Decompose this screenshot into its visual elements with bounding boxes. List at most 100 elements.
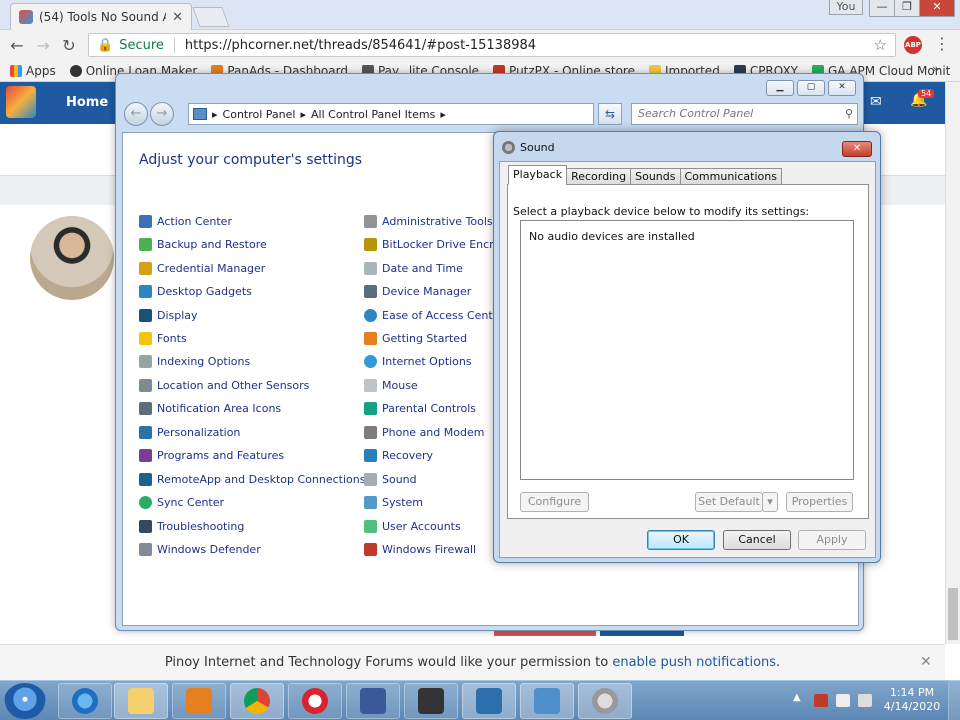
recovery-icon — [364, 449, 377, 462]
arrow-right-icon[interactable]: → — [30, 36, 56, 55]
browser-tab[interactable]: (54) Tools No Sound Afte ✕ — [10, 3, 192, 30]
cp-back-icon[interactable]: ← — [124, 102, 148, 126]
close-window-button[interactable]: ✕ — [919, 0, 955, 17]
cp-item-action-center[interactable]: Action Center — [139, 215, 232, 228]
cp-item-device-manager[interactable]: Device Manager — [364, 285, 471, 298]
tab-recording[interactable]: Recording — [566, 168, 632, 185]
cp-item-admin-tools[interactable]: Administrative Tools — [364, 215, 493, 228]
cp-item-getting-started[interactable]: Getting Started — [364, 332, 467, 345]
tab-communications[interactable]: Communications — [679, 168, 782, 185]
taskbar-speaker[interactable] — [578, 683, 632, 719]
cp-item-backup[interactable]: Backup and Restore — [139, 238, 267, 251]
cp-item-sync[interactable]: Sync Center — [139, 496, 224, 509]
cp-item-notification[interactable]: Notification Area Icons — [139, 402, 281, 415]
taskbar-opera[interactable] — [288, 683, 342, 719]
taskbar-explorer[interactable] — [114, 683, 168, 719]
cp-minimize-button[interactable]: ▁ — [766, 80, 794, 96]
cp-item-indexing[interactable]: Indexing Options — [139, 355, 250, 368]
cp-item-system[interactable]: System — [364, 496, 423, 509]
new-tab-button[interactable] — [192, 7, 230, 27]
clock[interactable]: 1:14 PM 4/14/2020 — [880, 686, 944, 714]
taskbar-mpc[interactable] — [404, 683, 458, 719]
apply-button[interactable]: Apply — [798, 530, 866, 550]
browser-menu-icon[interactable]: ⋮ — [934, 34, 950, 53]
cp-item-credential[interactable]: Credential Manager — [139, 262, 265, 275]
close-icon[interactable]: ✕ — [842, 141, 872, 157]
minimize-button[interactable]: — — [869, 0, 895, 17]
enable-push-link[interactable]: enable push notifications — [612, 655, 776, 670]
close-icon[interactable]: ✕ — [920, 645, 932, 680]
breadcrumb-control-panel[interactable]: Control Panel — [223, 108, 296, 121]
avatar[interactable] — [28, 214, 116, 302]
cp-item-programs[interactable]: Programs and Features — [139, 449, 284, 462]
mail-icon[interactable]: ✉ — [870, 94, 882, 110]
cp-item-firewall[interactable]: Windows Firewall — [364, 543, 476, 556]
taskbar-media[interactable] — [172, 683, 226, 719]
tray-expand-icon[interactable]: ▲ — [793, 692, 801, 703]
cp-item-personalization[interactable]: Personalization — [139, 426, 240, 439]
tray-app-icon[interactable] — [836, 694, 850, 707]
arrow-left-icon[interactable]: ← — [4, 36, 30, 55]
cp-maximize-button[interactable]: ▢ — [797, 80, 825, 96]
cp-item-ease-of-access[interactable]: Ease of Access Center — [364, 309, 504, 322]
taskbar-control-panel[interactable] — [520, 683, 574, 719]
dialog-title: Sound — [520, 141, 555, 154]
bookmark-star-icon[interactable]: ☆ — [874, 36, 887, 54]
address-bar[interactable]: 🔒 Secure https://phcorner.net/threads/85… — [88, 33, 896, 57]
mpc-be-icon — [418, 688, 444, 714]
cp-item-user-accounts[interactable]: User Accounts — [364, 520, 461, 533]
cp-item-fonts[interactable]: Fonts — [139, 332, 187, 345]
more-bookmarks-icon[interactable]: » — [932, 62, 939, 76]
cp-item-defender[interactable]: Windows Defender — [139, 543, 261, 556]
cp-item-gadgets[interactable]: Desktop Gadgets — [139, 285, 252, 298]
cp-item-troubleshooting[interactable]: Troubleshooting — [139, 520, 244, 533]
maximize-button[interactable]: ❐ — [894, 0, 920, 17]
cp-item-sound[interactable]: Sound — [364, 473, 417, 486]
configure-button[interactable]: Configure — [520, 492, 589, 512]
url-text[interactable]: https://phcorner.net/threads/854641/#pos… — [185, 38, 874, 53]
taskbar-ie[interactable] — [58, 683, 112, 719]
breadcrumb-all-items[interactable]: All Control Panel Items — [311, 108, 435, 121]
set-default-button[interactable]: Set Default — [695, 492, 763, 512]
bookmark-apps[interactable]: Apps — [10, 64, 56, 78]
start-button[interactable] — [4, 683, 46, 719]
taskbar-facebook[interactable] — [346, 683, 400, 719]
cp-item-display[interactable]: Display — [139, 309, 198, 322]
cp-item-phone-modem[interactable]: Phone and Modem — [364, 426, 484, 439]
cp-item-location[interactable]: Location and Other Sensors — [139, 379, 309, 392]
cp-search-input[interactable]: Search Control Panel ⚲ — [631, 103, 858, 125]
network-error-icon[interactable] — [814, 694, 828, 707]
site-nav-home[interactable]: Home — [66, 95, 108, 110]
cp-item-parental[interactable]: Parental Controls — [364, 402, 476, 415]
show-desktop-button[interactable] — [948, 680, 960, 720]
cp-item-recovery[interactable]: Recovery — [364, 449, 433, 462]
cp-item-internet-options[interactable]: Internet Options — [364, 355, 472, 368]
firewall-icon — [364, 543, 377, 556]
properties-button[interactable]: Properties — [786, 492, 853, 512]
cp-close-button[interactable]: ✕ — [828, 80, 856, 96]
taskbar-chrome[interactable] — [230, 683, 284, 719]
cp-item-remoteapp[interactable]: RemoteApp and Desktop Connections — [139, 473, 365, 486]
cp-address-bar[interactable]: ▸ Control Panel ▸ All Control Panel Item… — [188, 103, 594, 125]
scrollbar-thumb[interactable] — [948, 588, 958, 640]
profile-button[interactable]: You — [829, 0, 863, 15]
cp-item-date-time[interactable]: Date and Time — [364, 262, 463, 275]
cp-item-mouse[interactable]: Mouse — [364, 379, 418, 392]
adblock-icon[interactable]: ABP — [904, 36, 922, 54]
site-logo-icon[interactable] — [6, 86, 36, 118]
cp-refresh-icon[interactable]: ⇆ — [598, 103, 622, 125]
tab-sounds[interactable]: Sounds — [630, 168, 681, 185]
cp-item-bitlocker[interactable]: BitLocker Drive Encryp — [364, 238, 507, 251]
cancel-button[interactable]: Cancel — [723, 530, 791, 550]
volume-muted-icon[interactable] — [858, 694, 872, 707]
chevron-down-icon[interactable]: ▾ — [762, 492, 778, 512]
reload-icon[interactable]: ↻ — [56, 36, 82, 55]
cp-forward-icon[interactable]: → — [150, 102, 174, 126]
tab-playback[interactable]: Playback — [508, 165, 568, 185]
page-scrollbar[interactable] — [945, 82, 960, 644]
ok-button[interactable]: OK — [647, 530, 715, 550]
close-tab-icon[interactable]: ✕ — [172, 10, 183, 25]
search-icon[interactable]: ⚲ — [845, 107, 853, 120]
device-list[interactable]: No audio devices are installed — [520, 220, 854, 480]
taskbar-sound-settings[interactable] — [462, 683, 516, 719]
